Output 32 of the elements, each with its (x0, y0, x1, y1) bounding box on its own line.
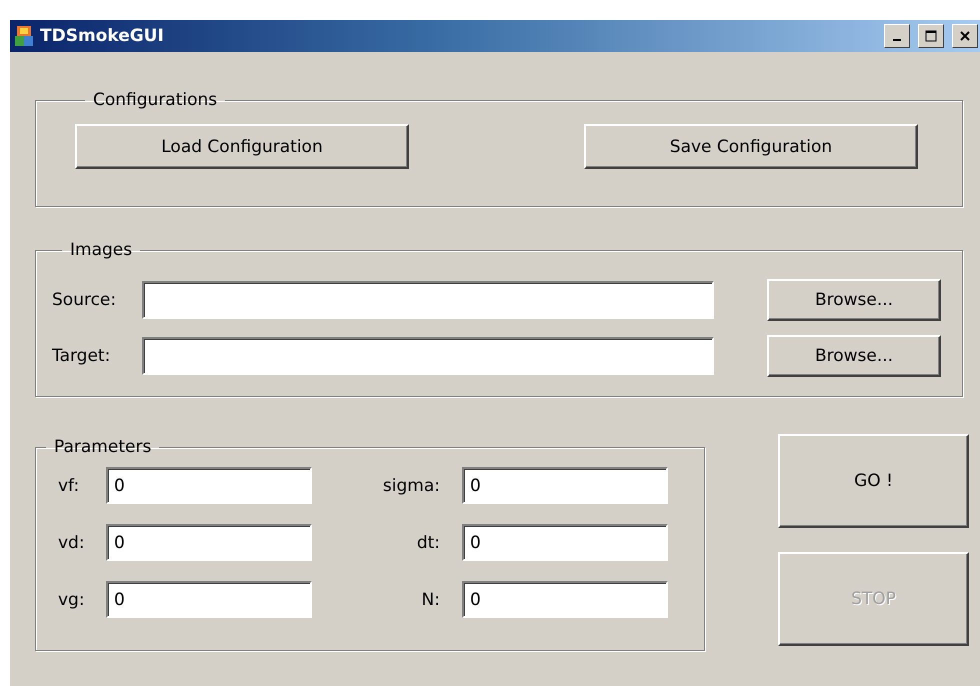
field-label: vf: (57, 476, 80, 496)
path-field[interactable] (142, 337, 714, 375)
group-title: Configurations (92, 90, 218, 110)
maximize-icon (925, 30, 937, 42)
number-field[interactable]: 0 (106, 581, 312, 618)
number-field[interactable]: 0 (106, 524, 312, 561)
number-field[interactable]: 0 (462, 467, 668, 504)
group-title: Images (69, 240, 134, 260)
minimize-button[interactable] (884, 24, 910, 48)
path-field[interactable] (142, 281, 714, 319)
go-button[interactable]: GO ! (778, 434, 969, 528)
field-label: vg: (57, 590, 86, 610)
field-label: Target: (52, 346, 112, 366)
number-field[interactable]: 0 (106, 467, 312, 504)
app-icon (14, 25, 34, 47)
close-icon (959, 30, 971, 42)
group-title: Parameters (53, 437, 152, 457)
field-label: vd: (57, 532, 86, 552)
window-title: TDSmokeGUI (40, 26, 165, 46)
close-button[interactable] (952, 24, 978, 48)
field-label: N: (420, 590, 441, 610)
browse-button[interactable]: Browse... (767, 335, 941, 377)
load-button[interactable]: Load Configuration (75, 124, 409, 169)
field-label: dt: (416, 532, 441, 552)
save-button[interactable]: Save Configuration (584, 124, 918, 169)
browse-button[interactable]: Browse... (767, 279, 941, 321)
field-label: sigma: (382, 476, 441, 496)
number-field[interactable]: 0 (462, 524, 668, 561)
minimize-icon (893, 39, 901, 41)
field-label: Source: (52, 290, 118, 310)
maximize-button[interactable] (918, 24, 944, 48)
number-field[interactable]: 0 (462, 581, 668, 618)
